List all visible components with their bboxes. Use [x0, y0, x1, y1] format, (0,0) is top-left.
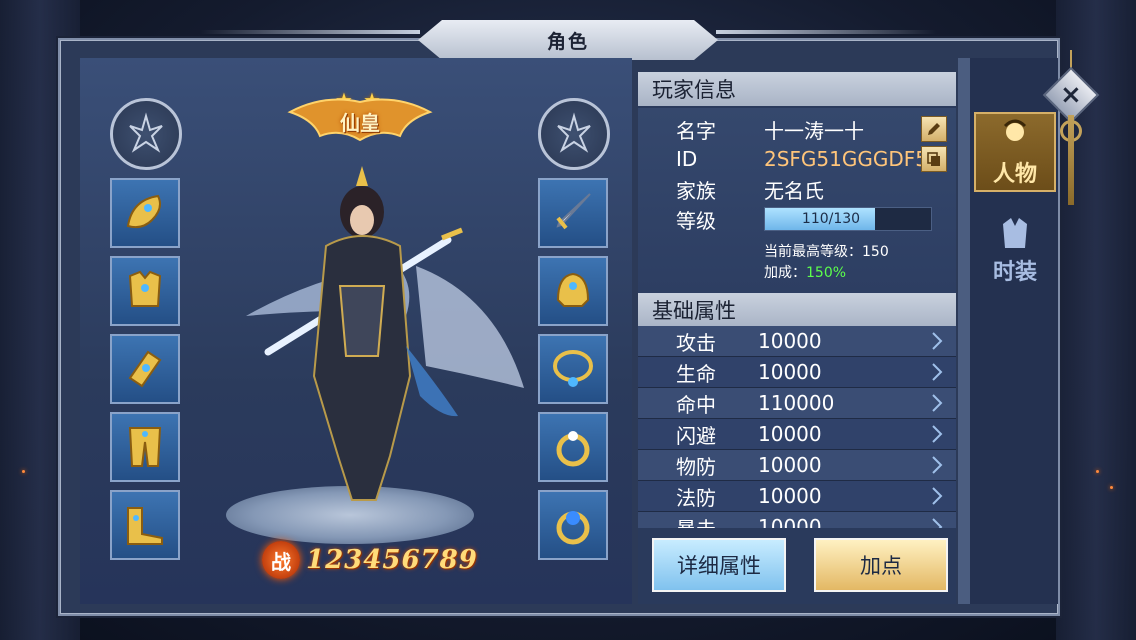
info-row-id: ID 2SFG51GGGDF5: [676, 145, 928, 173]
title-ornament-left: [200, 30, 420, 34]
robe-icon: [1003, 218, 1027, 248]
equip-slot-boots[interactable]: [110, 490, 180, 560]
tab-character[interactable]: 人物: [974, 112, 1056, 192]
chevron-right-icon: [932, 363, 943, 381]
emblem-right-icon: [538, 98, 610, 170]
equip-slot-legs[interactable]: [110, 412, 180, 482]
equip-slot-chest[interactable]: [110, 256, 180, 326]
info-row-name: 名字 十一涛一十: [676, 115, 864, 143]
attribute-value: 10000: [758, 360, 822, 384]
attribute-name: 闪避: [676, 423, 716, 448]
chevron-right-icon: [932, 394, 943, 412]
attribute-list[interactable]: 攻击 10000 生命 10000 命中 110000 闪避 10000 物防 10000 法防 10…: [638, 326, 956, 528]
equip-slot-shoulder[interactable]: [110, 178, 180, 248]
close-icon: ×: [1060, 79, 1082, 110]
id-label: ID: [676, 147, 698, 171]
attribute-value: 110000: [758, 391, 835, 415]
chest-armor-icon: [128, 270, 162, 307]
tab-fashion-label: 时装: [992, 260, 1037, 285]
jewel-ring-icon: [556, 511, 590, 545]
background-ember: [1110, 486, 1113, 489]
player-info-header: 玩家信息: [638, 72, 956, 106]
level-label: 等级: [676, 208, 716, 233]
attribute-row[interactable]: 生命 10000: [638, 357, 956, 388]
info-row-family: 家族 无名氏: [676, 175, 824, 203]
combat-power: 战 123456789: [262, 540, 478, 580]
close-tassel-ornament: [1068, 115, 1074, 205]
max-level-note: 当前最高等级：150: [764, 244, 889, 260]
name-label: 名字: [676, 118, 716, 143]
attributes-header: 基础属性: [638, 293, 956, 327]
chevron-right-icon: [932, 456, 943, 474]
character-model[interactable]: [206, 156, 530, 520]
combat-power-icon: 战: [262, 541, 300, 579]
chevron-right-icon: [932, 487, 943, 505]
window-title-bar: 角色: [418, 20, 718, 60]
attribute-value: 10000: [758, 484, 822, 508]
attribute-row[interactable]: 攻击 10000: [638, 326, 956, 357]
attribute-name: 命中: [676, 392, 716, 417]
bonus-value: 150%: [806, 265, 847, 281]
boots-icon: [127, 507, 163, 545]
attribute-row[interactable]: 命中 110000: [638, 388, 956, 419]
sword-icon: [556, 193, 591, 230]
rank-label: 仙皇: [340, 110, 380, 135]
attribute-value: 10000: [758, 422, 822, 446]
attribute-name: 攻击: [676, 330, 716, 355]
level-progress-bar: 110/130: [764, 207, 932, 231]
equip-slot-helmet[interactable]: [538, 256, 608, 326]
attribute-name: 暴击: [638, 513, 758, 529]
attribute-name: 法防: [676, 485, 716, 510]
character-portrait-icon: [1003, 119, 1027, 141]
attribute-row[interactable]: 闪避 10000: [638, 419, 956, 450]
title-ornament-right: [716, 30, 936, 34]
tab-fashion[interactable]: 时装: [974, 210, 1056, 290]
chevron-right-icon: [932, 425, 943, 443]
emblem-left-icon: [110, 98, 182, 170]
background-ember: [1096, 470, 1099, 473]
equip-slot-ring[interactable]: [538, 412, 608, 482]
equip-slot-jewel-ring[interactable]: [538, 490, 608, 560]
family-name: 无名氏: [764, 178, 824, 203]
tab-character-label: 人物: [992, 162, 1037, 187]
helmet-icon: [556, 272, 590, 307]
player-id: 2SFG51GGGDF5: [764, 147, 928, 171]
background-ember: [22, 470, 25, 473]
detailed-attributes-button[interactable]: 详细属性: [652, 538, 786, 592]
attribute-value: 10000: [758, 329, 822, 353]
info-row-level: 等级: [676, 205, 764, 233]
attribute-value: 10000: [758, 515, 822, 528]
chevron-right-icon: [932, 518, 943, 528]
attribute-name: 生命: [676, 361, 716, 386]
attribute-value: 10000: [758, 453, 822, 477]
pencil-icon: [928, 123, 940, 135]
equip-slot-weapon[interactable]: [538, 178, 608, 248]
attribute-name: 物防: [676, 454, 716, 479]
chevron-right-icon: [932, 332, 943, 350]
family-label: 家族: [676, 178, 716, 203]
copy-icon: [927, 152, 940, 166]
necklace-icon: [553, 350, 593, 387]
attribute-row[interactable]: 物防 10000: [638, 450, 956, 481]
bonus-note: 加成：150%: [764, 262, 846, 282]
attribute-row[interactable]: 法防 10000: [638, 481, 956, 512]
combat-power-value: 123456789: [306, 545, 478, 575]
copy-id-button[interactable]: [921, 146, 947, 172]
rename-button[interactable]: [921, 116, 947, 142]
level-progress-text: 110/130: [801, 211, 861, 227]
window-title: 角色: [546, 30, 589, 53]
rank-badge: 仙皇: [284, 92, 436, 150]
equip-slot-necklace[interactable]: [538, 334, 608, 404]
player-name: 十一涛一十: [764, 118, 864, 143]
ring-icon: [556, 431, 590, 467]
add-points-button[interactable]: 加点: [814, 538, 948, 592]
attribute-row[interactable]: 暴击10000: [638, 512, 956, 528]
panel-scrollbar[interactable]: [958, 58, 970, 604]
leg-armor-icon: [128, 427, 162, 467]
bonus-label: 加成：: [764, 265, 806, 281]
bracer-icon: [128, 350, 162, 388]
equip-slot-bracer[interactable]: [110, 334, 180, 404]
shoulder-armor-icon: [126, 194, 161, 229]
